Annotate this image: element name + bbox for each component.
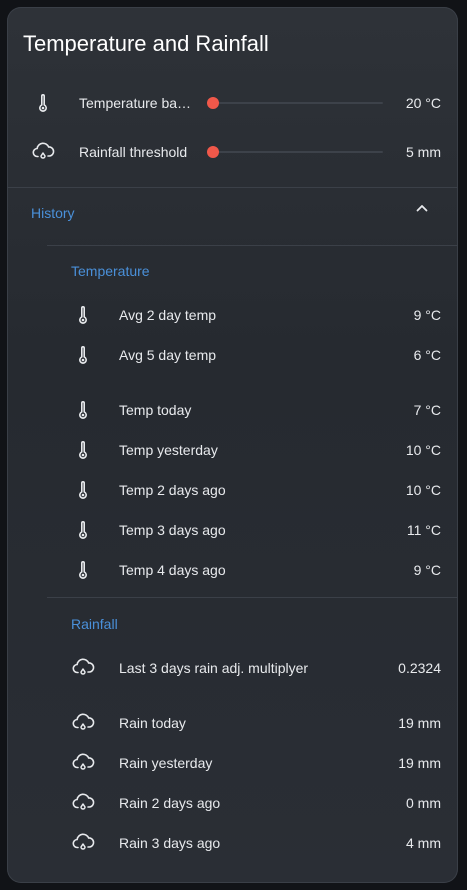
rain-cloud-icon	[71, 751, 95, 775]
history-row-value: 9 °C	[413, 307, 441, 323]
history-row[interactable]: Rain today 19 mm	[71, 708, 441, 738]
history-row[interactable]: Last 3 days rain adj. multiplyer 0.2324	[71, 653, 441, 683]
rain-cloud-icon	[71, 656, 95, 680]
thermometer-icon	[71, 398, 95, 422]
rain-cloud-icon	[71, 791, 95, 815]
control-value: 20 °C	[405, 95, 441, 111]
divider	[47, 245, 458, 246]
thermometer-icon	[31, 91, 55, 115]
history-row-label: Rain today	[119, 715, 186, 731]
history-row-value: 10 °C	[405, 442, 441, 458]
history-row-label: Rain 3 days ago	[119, 835, 221, 851]
history-toggle[interactable]: History	[31, 205, 75, 221]
history-row-value: 7 °C	[413, 402, 441, 418]
thermometer-icon	[71, 303, 95, 327]
history-row-value: 19 mm	[398, 715, 441, 731]
history-row[interactable]: Temp 2 days ago 10 °C	[71, 475, 441, 505]
history-row[interactable]: Temp yesterday 10 °C	[71, 435, 441, 465]
history-row[interactable]: Temp 4 days ago 9 °C	[71, 555, 441, 585]
history-row-value: 6 °C	[413, 347, 441, 363]
history-row-label: Avg 5 day temp	[119, 347, 217, 363]
history-row[interactable]: Avg 5 day temp 6 °C	[71, 340, 441, 370]
history-row-label: Temp today	[119, 402, 192, 418]
history-row[interactable]: Rain yesterday 19 mm	[71, 748, 441, 778]
history-row-value: 9 °C	[413, 562, 441, 578]
history-row-value: 4 mm	[406, 835, 441, 851]
temperature-rainfall-card: Temperature and Rainfall Temperature ba……	[7, 7, 458, 883]
thermometer-icon	[71, 438, 95, 462]
rainfall-control-row[interactable]: Rainfall threshold 5 mm	[31, 137, 441, 167]
divider	[47, 597, 458, 598]
history-row-value: 19 mm	[398, 755, 441, 771]
control-label: Rainfall threshold	[79, 144, 188, 160]
history-row-label: Temp yesterday	[119, 442, 218, 458]
thermometer-icon	[71, 478, 95, 502]
rain-cloud-icon	[71, 831, 95, 855]
history-row-value: 0 mm	[406, 795, 441, 811]
history-row-label: Temp 2 days ago	[119, 482, 226, 498]
temperature-section-title: Temperature	[71, 263, 150, 279]
temperature-slider-thumb[interactable]	[207, 97, 219, 109]
rainfall-section-title: Rainfall	[71, 616, 118, 632]
history-row-label: Rain yesterday	[119, 755, 213, 771]
history-row[interactable]: Avg 2 day temp 9 °C	[71, 300, 441, 330]
chevron-up-icon[interactable]	[415, 201, 429, 215]
history-row[interactable]: Rain 3 days ago 4 mm	[71, 828, 441, 858]
history-row-value: 10 °C	[405, 482, 441, 498]
thermometer-icon	[71, 518, 95, 542]
history-row[interactable]: Temp today 7 °C	[71, 395, 441, 425]
thermometer-icon	[71, 343, 95, 367]
rain-cloud-icon	[71, 711, 95, 735]
rainfall-slider-thumb[interactable]	[207, 146, 219, 158]
history-row-label: Last 3 days rain adj. multiplyer	[119, 660, 309, 676]
control-label: Temperature ba…	[79, 95, 192, 111]
history-row[interactable]: Temp 3 days ago 11 °C	[71, 515, 441, 545]
control-value: 5 mm	[406, 144, 441, 160]
card-title: Temperature and Rainfall	[23, 31, 269, 56]
history-row-label: Avg 2 day temp	[119, 307, 217, 323]
history-row[interactable]: Rain 2 days ago 0 mm	[71, 788, 441, 818]
temperature-control-row[interactable]: Temperature ba… 20 °C	[31, 88, 441, 118]
rain-cloud-icon	[31, 140, 55, 164]
divider	[7, 187, 458, 188]
rainfall-slider-track[interactable]	[209, 151, 383, 153]
history-row-value: 0.2324	[398, 660, 441, 676]
history-row-label: Rain 2 days ago	[119, 795, 221, 811]
thermometer-icon	[71, 558, 95, 582]
history-row-value: 11 °C	[406, 522, 441, 538]
history-row-label: Temp 4 days ago	[119, 562, 226, 578]
temperature-slider-track[interactable]	[209, 102, 383, 104]
history-row-label: Temp 3 days ago	[119, 522, 226, 538]
